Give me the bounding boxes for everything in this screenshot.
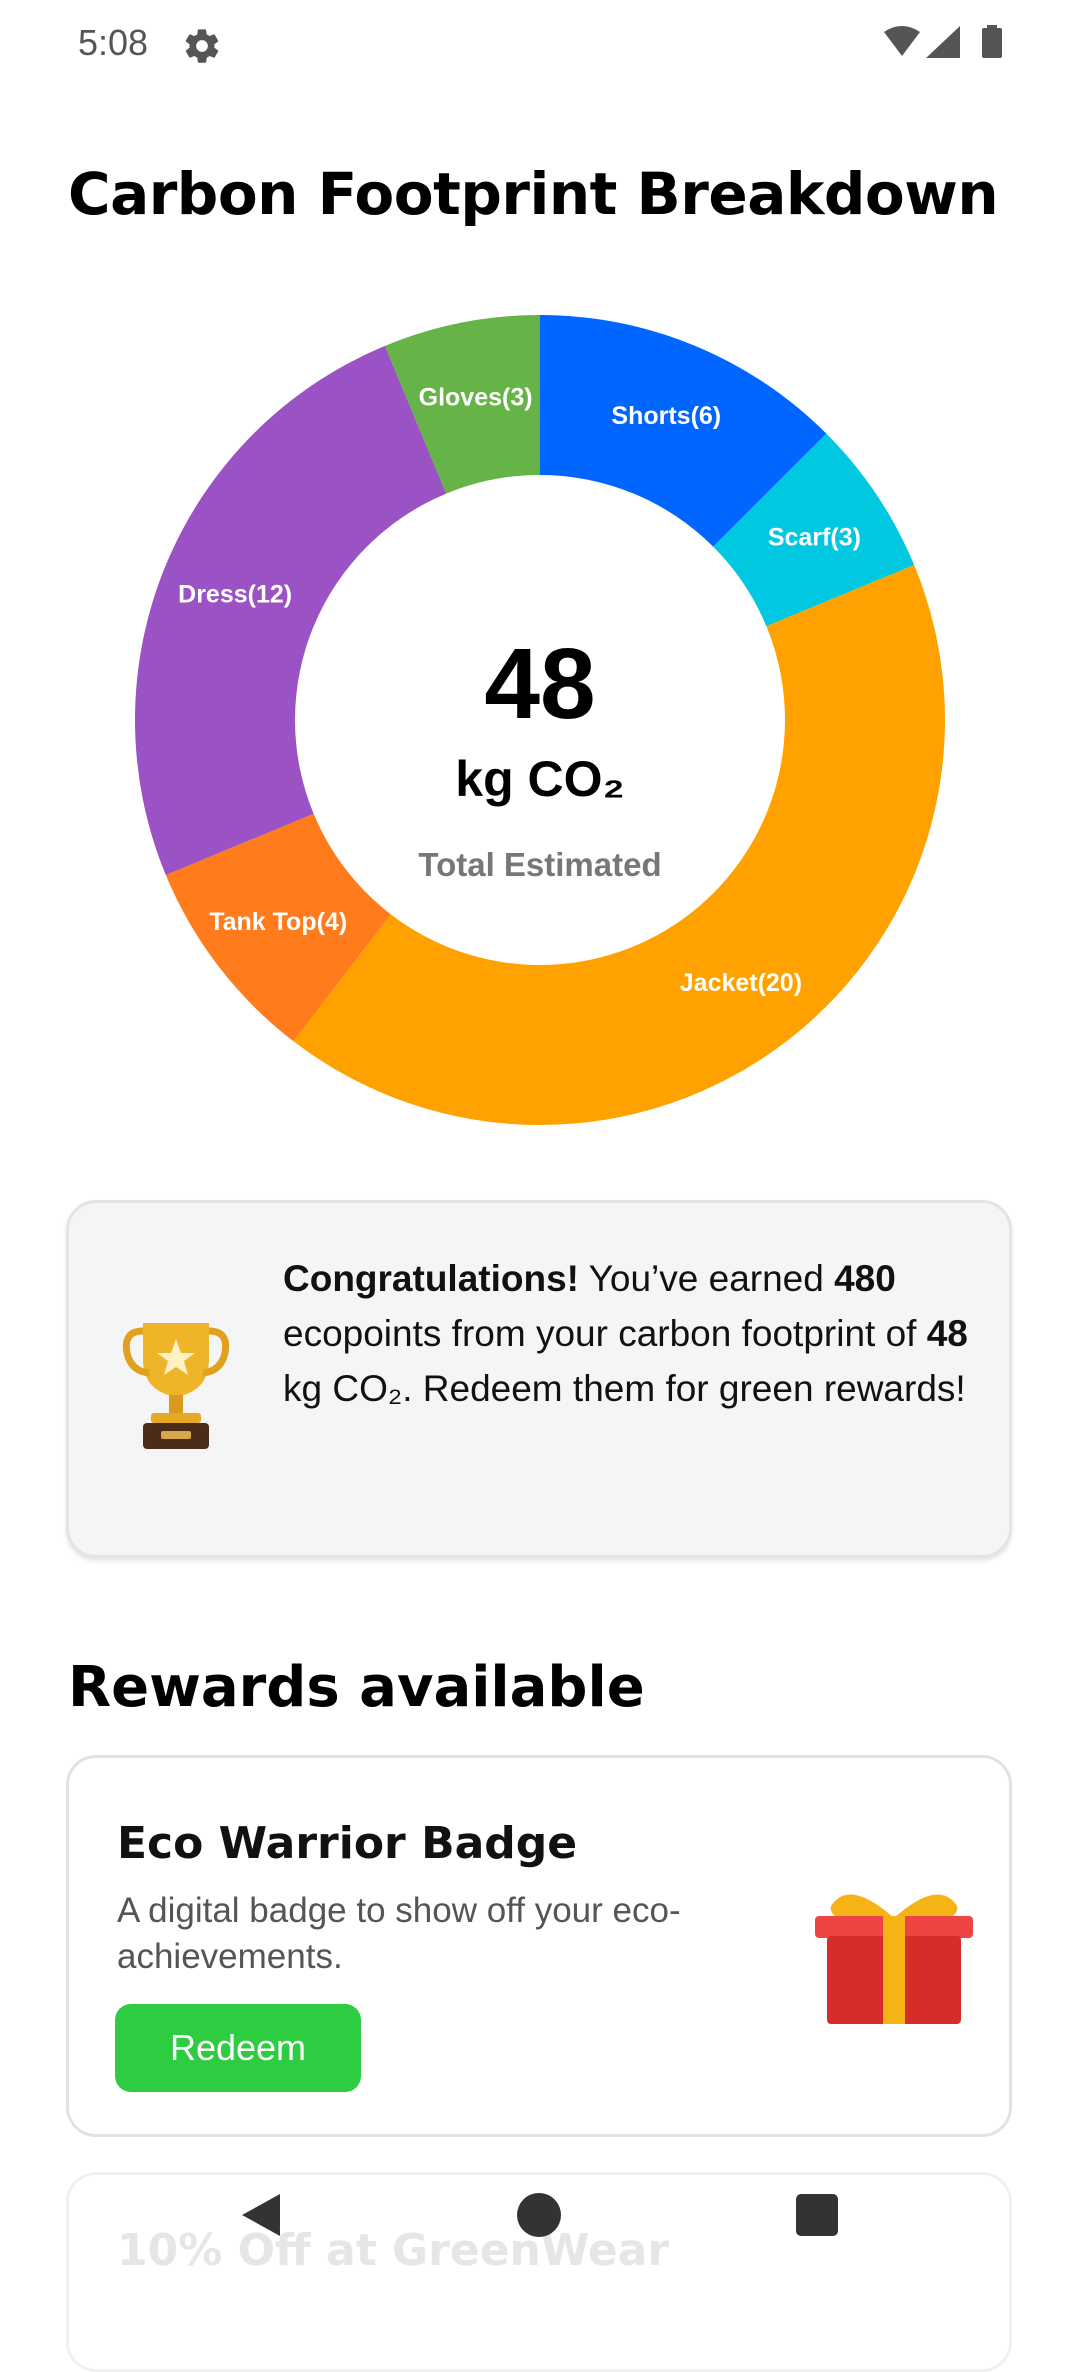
status-time: 5:08 <box>78 22 149 63</box>
battery-icon <box>982 28 1002 58</box>
signal-icon <box>926 26 960 58</box>
congrats-text-2: ecopoints from your carbon footprint of <box>283 1313 927 1354</box>
congrats-text-3: kg CO₂. Redeem them for green rewards! <box>283 1368 966 1409</box>
rewards-section-title: Rewards available <box>68 1655 645 1720</box>
status-bar: 5:08 <box>0 0 1080 90</box>
navigation-bar <box>0 2160 1080 2280</box>
donut-slice-label: Gloves(3) <box>419 383 533 411</box>
redeem-button[interactable]: Redeem <box>115 2004 361 2092</box>
chart-center-caption: Total Estimated <box>418 846 661 883</box>
donut-slice-jacket <box>293 565 946 1126</box>
congrats-card: Congratulations! You’ve earned 480 ecopo… <box>66 1200 1012 1558</box>
congrats-message: Congratulations! You’ve earned 480 ecopo… <box>283 1251 983 1416</box>
donut-slice-label: Jacket(20) <box>680 969 802 997</box>
chart-center-unit: kg CO₂ <box>455 751 624 807</box>
chart-center-value: 48 <box>484 628 595 740</box>
back-icon[interactable] <box>236 2190 286 2240</box>
donut-slice-label: Dress(12) <box>178 581 292 609</box>
trophy-icon <box>122 1323 230 1449</box>
reward-card: Eco Warrior Badge A digital badge to sho… <box>66 1755 1012 2137</box>
gear-icon <box>185 29 219 63</box>
donut-slice-label: Shorts(6) <box>611 402 721 430</box>
reward-description: A digital badge to show off your eco-ach… <box>117 1891 681 1976</box>
donut-slice-dress <box>134 345 447 875</box>
wifi-icon <box>884 26 920 56</box>
donut-slice-label: Scarf(3) <box>768 524 861 552</box>
recents-icon[interactable] <box>796 2194 838 2236</box>
reward-title: Eco Warrior Badge <box>117 1818 578 1869</box>
home-icon[interactable] <box>517 2193 561 2237</box>
congrats-points: 480 <box>834 1258 896 1299</box>
status-icons <box>884 25 1002 58</box>
page-title: Carbon Footprint Breakdown <box>68 160 999 228</box>
gift-icon <box>815 1894 973 2024</box>
carbon-donut-chart: Shorts(6) Scarf(3) Jacket(20) Tank Top(4) Dr… <box>130 310 950 1130</box>
donut-slice-label: Tank Top(4) <box>209 908 347 936</box>
congrats-text-1: You’ve earned <box>578 1258 835 1299</box>
donut-svg: Shorts(6) Scarf(3) Jacket(20) Tank Top(4) Dr… <box>134 315 946 1126</box>
congrats-headline: Congratulations! <box>283 1258 579 1299</box>
congrats-amount: 48 <box>926 1313 968 1354</box>
